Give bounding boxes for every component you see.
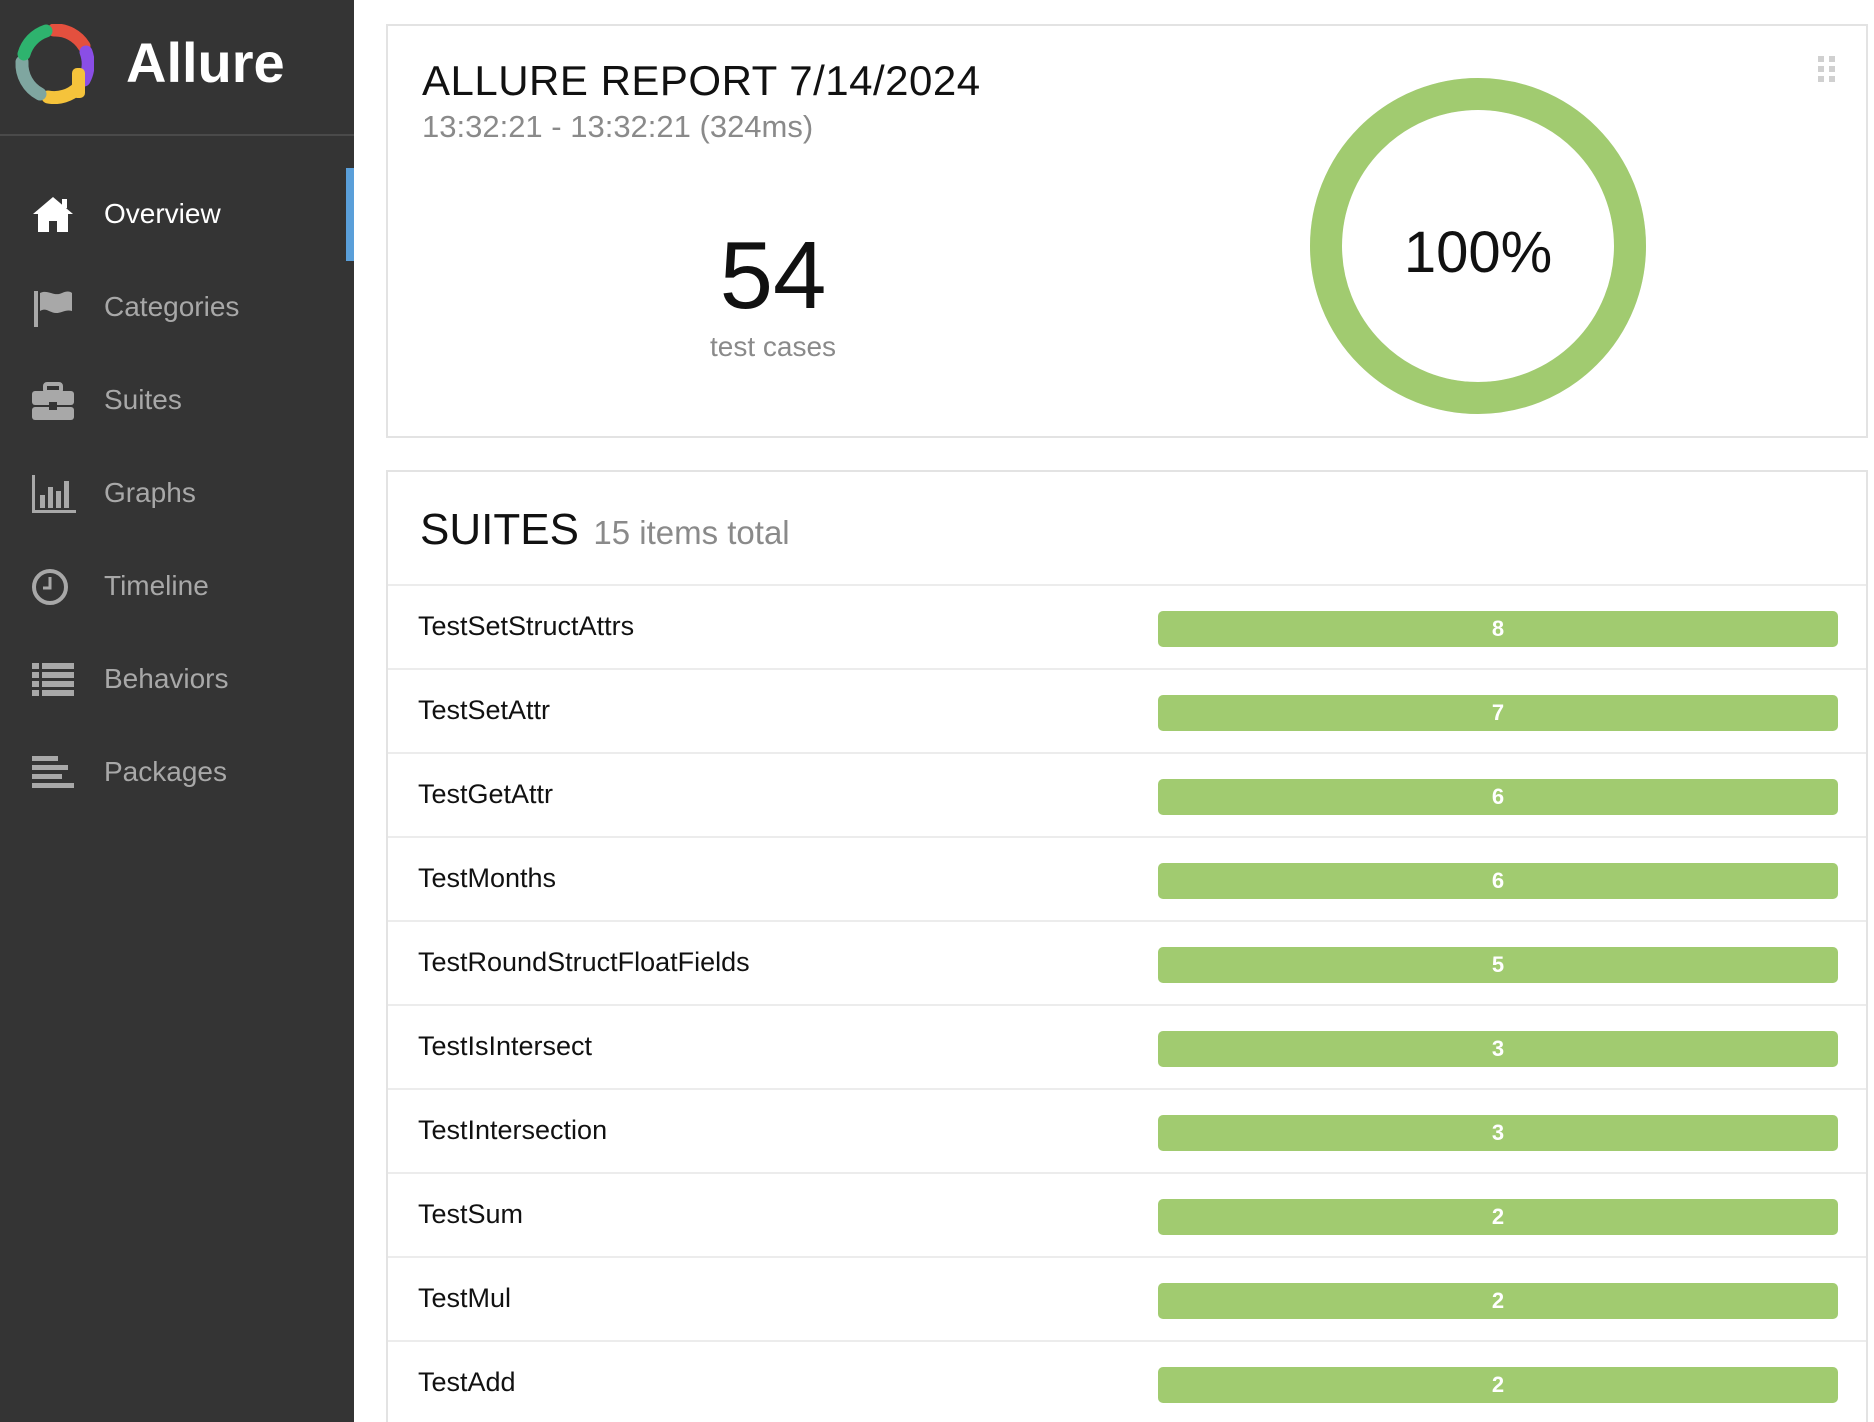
table-row[interactable]: TestSetAttr 7 <box>388 668 1866 752</box>
suite-passed-bar: 7 <box>1158 695 1838 731</box>
suite-passed-bar: 3 <box>1158 1031 1838 1067</box>
table-row[interactable]: TestSum 2 <box>388 1172 1866 1256</box>
allure-logo-icon <box>15 24 94 104</box>
align-left-icon <box>32 756 74 788</box>
suite-bar-track: 2 <box>1158 1283 1838 1319</box>
sidebar-item-label: Suites <box>104 384 182 415</box>
table-row[interactable]: TestRoundStructFloatFields 5 <box>388 920 1866 1004</box>
summary-widget: ALLURE REPORT 7/14/2024 13:32:21 - 13:32… <box>386 24 1868 438</box>
report-time-range: 13:32:21 - 13:32:21 (324ms) <box>422 109 814 144</box>
suite-passed-bar: 2 <box>1158 1199 1838 1235</box>
sidebar-item-behaviors[interactable]: Behaviors <box>0 633 354 726</box>
table-row[interactable]: TestAdd 2 <box>388 1340 1866 1422</box>
sidebar-item-suites[interactable]: Suites <box>0 354 354 447</box>
suite-name: TestMonths <box>418 863 557 893</box>
suite-bar-track: 2 <box>1158 1199 1838 1235</box>
app-window: Allure Overview Categories Suites Graphs… <box>0 0 1874 1422</box>
suite-name: TestMul <box>418 1283 512 1313</box>
suite-name: TestSetStructAttrs <box>418 611 635 641</box>
suite-bar-track: 2 <box>1158 1367 1838 1403</box>
suite-bar-track: 5 <box>1158 947 1838 983</box>
sidebar-item-label: Overview <box>104 198 221 229</box>
suites-count: 15 items total <box>593 514 790 551</box>
sidebar-item-label: Categories <box>104 291 240 322</box>
suite-name: TestGetAttr <box>418 779 554 809</box>
suite-bar-track: 6 <box>1158 863 1838 899</box>
sidebar-item-label: Behaviors <box>104 663 229 694</box>
test-case-label: test cases <box>709 331 837 362</box>
suite-bar-track: 8 <box>1158 611 1838 647</box>
bar-chart-icon <box>32 475 76 513</box>
suite-name: TestIntersection <box>418 1115 608 1145</box>
table-row[interactable]: TestGetAttr 6 <box>388 752 1866 836</box>
table-row[interactable]: TestIntersection 3 <box>388 1088 1866 1172</box>
sidebar-item-overview[interactable]: Overview <box>0 168 354 261</box>
sidebar-item-graphs[interactable]: Graphs <box>0 447 354 540</box>
suite-passed-bar: 8 <box>1158 611 1838 647</box>
sidebar-item-label: Graphs <box>104 477 196 508</box>
suite-bar-track: 7 <box>1158 695 1838 731</box>
list-icon <box>32 663 74 696</box>
suite-bar-track: 3 <box>1158 1031 1838 1067</box>
suite-passed-bar: 6 <box>1158 863 1838 899</box>
suite-passed-bar: 2 <box>1158 1367 1838 1403</box>
sidebar-item-label: Timeline <box>104 570 209 601</box>
suites-list: TestSetStructAttrs 8 TestSetAttr 7 TestGetAt… <box>388 584 1866 1422</box>
table-row[interactable]: TestMul 2 <box>388 1256 1866 1340</box>
briefcase-icon <box>32 382 74 420</box>
suite-passed-bar: 5 <box>1158 947 1838 983</box>
sidebar-item-categories[interactable]: Categories <box>0 261 354 354</box>
success-rate-label: 100% <box>1403 220 1553 285</box>
sidebar-nav: Overview Categories Suites Graphs Timeli… <box>0 168 354 819</box>
suites-header: SUITES 15 items total <box>420 502 790 562</box>
home-icon <box>33 197 73 232</box>
test-case-number: 54 <box>719 222 827 329</box>
suite-name: TestAdd <box>418 1367 516 1397</box>
report-title: ALLURE REPORT 7/14/2024 <box>422 57 981 104</box>
main-content: ALLURE REPORT 7/14/2024 13:32:21 - 13:32… <box>354 0 1874 1422</box>
suites-title: SUITES <box>420 505 579 554</box>
table-row[interactable]: TestMonths 6 <box>388 836 1866 920</box>
clock-icon <box>32 569 68 605</box>
suite-name: TestIsIntersect <box>418 1031 593 1061</box>
suite-name: TestSetAttr <box>418 695 551 725</box>
suite-passed-bar: 3 <box>1158 1115 1838 1151</box>
suite-bar-track: 3 <box>1158 1115 1838 1151</box>
brand[interactable]: Allure <box>0 0 354 136</box>
test-case-count: 54 test cases <box>638 222 908 364</box>
suite-bar-track: 6 <box>1158 779 1838 815</box>
sidebar: Allure Overview Categories Suites Graphs… <box>0 0 354 1422</box>
sidebar-item-packages[interactable]: Packages <box>0 726 354 819</box>
sidebar-item-timeline[interactable]: Timeline <box>0 540 354 633</box>
table-row[interactable]: TestSetStructAttrs 8 <box>388 584 1866 668</box>
suite-passed-bar: 6 <box>1158 779 1838 815</box>
sidebar-item-label: Packages <box>104 756 227 787</box>
drag-handle-icon[interactable] <box>1818 56 1836 84</box>
brand-name: Allure <box>126 31 285 94</box>
suite-name: TestSum <box>418 1199 524 1229</box>
suite-name: TestRoundStructFloatFields <box>418 947 750 977</box>
flag-icon <box>34 291 72 327</box>
suites-widget: SUITES 15 items total TestSetStructAttrs… <box>386 470 1868 1422</box>
suite-passed-bar: 2 <box>1158 1283 1838 1319</box>
table-row[interactable]: TestIsIntersect 3 <box>388 1004 1866 1088</box>
